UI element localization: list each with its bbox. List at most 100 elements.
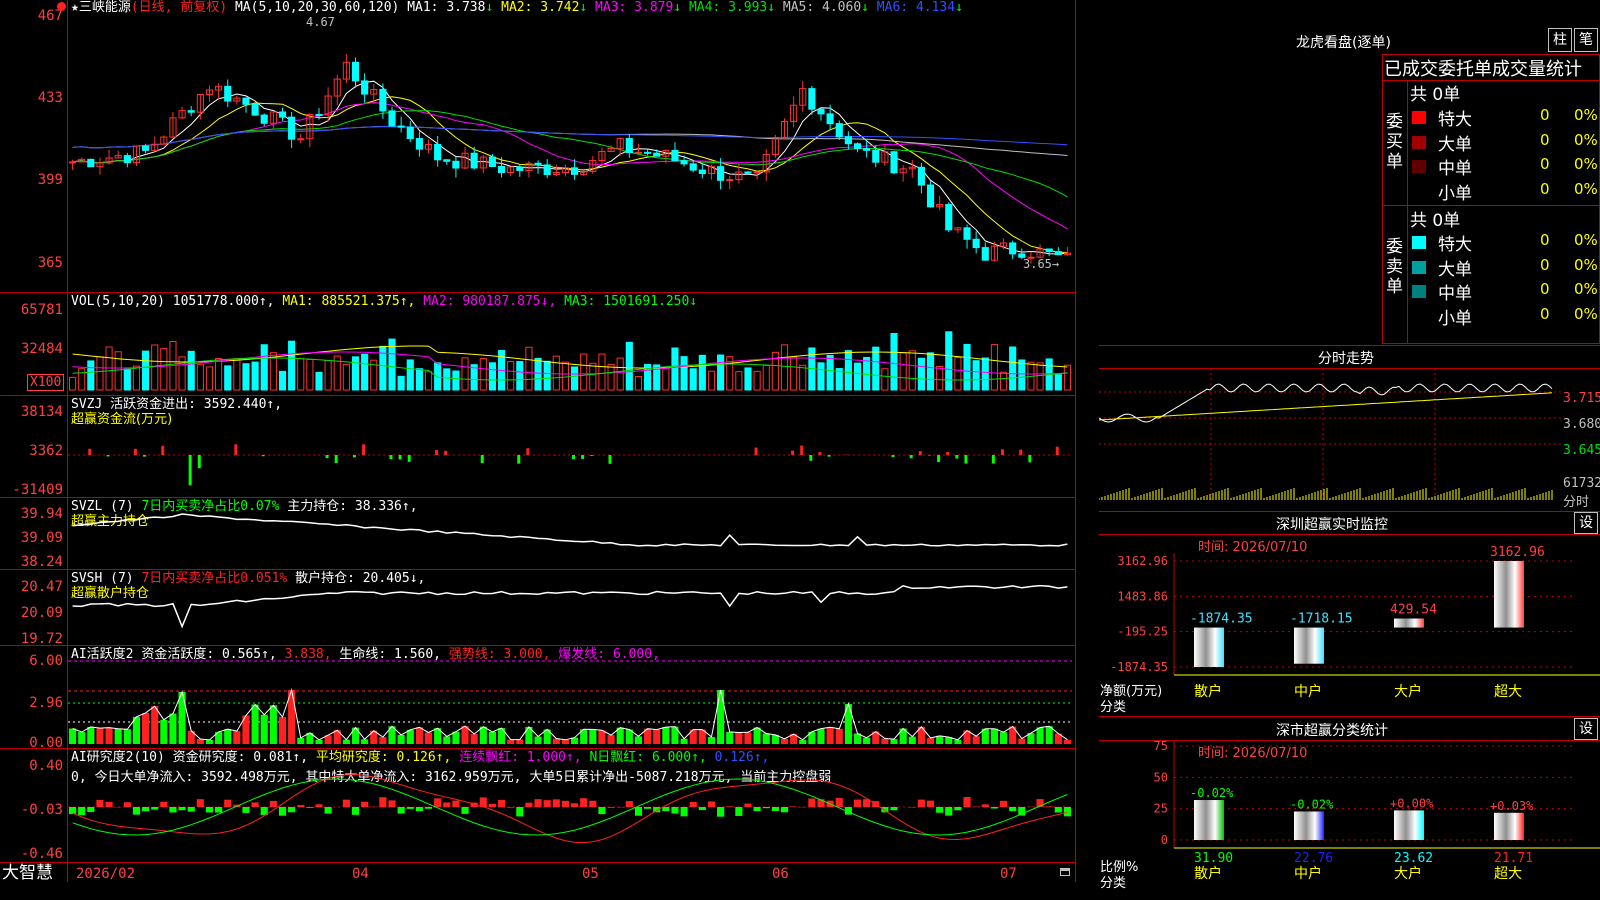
bar-value-label: -1718.15: [1290, 612, 1353, 627]
svzj-bar: [197, 455, 201, 469]
volume-bar: [151, 344, 159, 391]
candle: [826, 113, 834, 125]
volume-bar: [753, 370, 761, 391]
ai2-bar: [415, 807, 423, 812]
ai2-bar: [324, 807, 332, 814]
ai2-bar: [717, 807, 725, 817]
svzl-axis-label: 39.09: [20, 530, 63, 546]
fenshi-vol-sub: 分时: [1563, 495, 1590, 510]
candle: [945, 204, 953, 231]
app-name: 大智慧: [2, 863, 53, 883]
candle: [726, 179, 734, 182]
category-label: 超大: [1494, 866, 1522, 882]
svzj-bar: [937, 455, 941, 463]
fenshi-axis: 3.680: [1563, 417, 1600, 432]
svzj-bar: [572, 455, 575, 460]
category-bar: [1394, 618, 1424, 628]
volume-bar: [744, 367, 752, 391]
volume-bar: [424, 371, 433, 391]
buy-row-name: 特大: [1438, 110, 1472, 130]
ai2-bar: [808, 798, 816, 807]
ai1-bar: [707, 736, 716, 744]
volume-bar: [443, 368, 451, 391]
candle: [397, 125, 405, 128]
ai2-bar: [96, 799, 104, 807]
ai2-bar: [215, 807, 223, 813]
candle: [297, 138, 305, 141]
candle: [543, 164, 551, 176]
ai2-bar: [762, 807, 770, 809]
ai1-bar: [653, 729, 661, 744]
sell-side-label: 委卖单: [1386, 237, 1403, 297]
ai2-bar: [1009, 807, 1017, 812]
candle: [388, 110, 396, 127]
ai2-bar: [726, 806, 734, 807]
volume-bar: [844, 350, 852, 391]
ai2-bar: [196, 799, 204, 807]
candle: [497, 165, 506, 173]
svzj-bar: [517, 455, 521, 464]
candle: [853, 143, 862, 150]
svzj-bar: [362, 444, 366, 455]
ai2-bar: [160, 801, 168, 807]
candle: [251, 103, 259, 116]
candle: [689, 163, 697, 171]
ai1-bar: [224, 729, 232, 744]
classify-title: 深市超赢分类统计: [1276, 723, 1388, 739]
ai1-bar: [424, 732, 433, 744]
ai1-bar: [78, 731, 86, 744]
ai1-bar: [151, 706, 159, 744]
lhb-header: 已成交委托单成交量统计: [1384, 59, 1582, 80]
category-label: 中户: [1294, 683, 1322, 700]
ai1-bar: [1018, 738, 1026, 744]
candle: [844, 136, 852, 145]
ai1-bar: [999, 732, 1008, 744]
ai2-bar: [990, 807, 998, 809]
volume-bar: [634, 376, 643, 391]
volume-bar: [698, 354, 706, 391]
volume-bar: [762, 364, 770, 391]
ai2-bar: [662, 807, 670, 812]
lock-icon[interactable]: [1060, 868, 1070, 876]
buy-swatch: [1412, 160, 1426, 173]
candle: [406, 126, 414, 140]
lhb-btn-tick[interactable]: 笔: [1574, 28, 1598, 52]
candle: [753, 171, 761, 174]
ai1-bar: [260, 714, 268, 744]
ai2-axis-label: -0.46: [20, 846, 63, 862]
fenshi-chart[interactable]: [1099, 368, 1564, 508]
ai1-bar: [826, 727, 834, 744]
candle: [288, 116, 296, 140]
candle: [926, 184, 935, 208]
monitor-settings-btn[interactable]: 设: [1574, 512, 1598, 534]
sell-row-pct: 0%: [1574, 304, 1598, 323]
vol-unit: X100: [27, 374, 65, 391]
candle: [242, 97, 250, 105]
ai1-bar: [607, 735, 615, 744]
volume-bar: [397, 375, 405, 391]
bar-axis-label: 25: [1154, 802, 1168, 816]
bar-axis-label: -1874.35: [1110, 660, 1168, 674]
ai1-bar: [69, 728, 77, 744]
svzj-bar: [398, 455, 402, 460]
volume-bar: [196, 364, 204, 391]
ai2-bar: [178, 807, 186, 811]
volume-bar: [908, 350, 916, 391]
buy-swatch: [1412, 111, 1426, 124]
ai1-bar: [598, 730, 606, 744]
ai2-bar: [571, 803, 579, 807]
candle: [379, 88, 387, 112]
volume-bar: [1036, 362, 1044, 391]
settings-icon[interactable]: [57, 2, 66, 11]
ai1-bar: [178, 692, 186, 744]
chart-canvas[interactable]: 4.67 3.65→: [68, 0, 1076, 862]
vol-axis-label: 65781: [20, 302, 63, 318]
bar-delta-label: -0.02%: [1290, 797, 1334, 811]
lhb-btn-bar[interactable]: 柱: [1548, 28, 1572, 52]
ai1-bar: [1063, 739, 1071, 744]
volume-bar: [616, 357, 624, 391]
ai2-bar: [552, 799, 560, 807]
ai2-bar: [853, 799, 862, 807]
monitor-title: 深圳超赢实时监控: [1276, 517, 1388, 533]
classify-settings-btn[interactable]: 设: [1574, 718, 1598, 740]
